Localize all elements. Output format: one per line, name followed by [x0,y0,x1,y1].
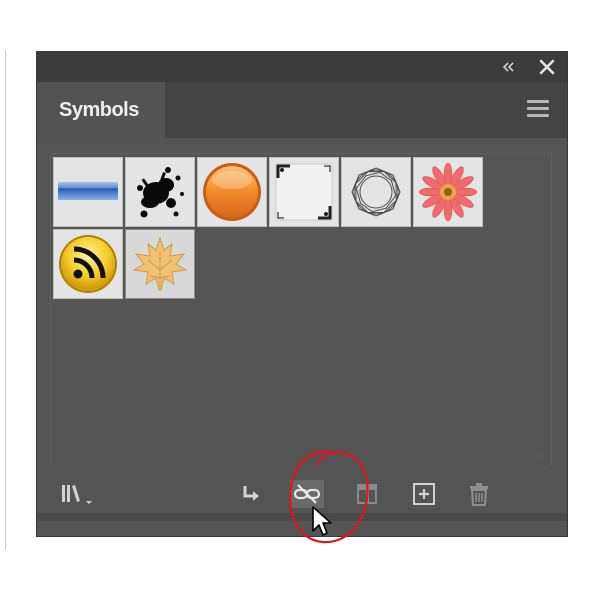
rss-feed-symbol-icon [59,235,117,293]
break-link-to-symbol-button[interactable] [290,480,324,508]
vertical-scrollbar[interactable] [531,160,547,458]
place-symbol-instance-button[interactable] [237,480,265,508]
symbol-knot-ring[interactable] [341,157,411,227]
blue-banner-symbol-icon [58,182,118,200]
symbol-blue-banner[interactable] [53,157,123,227]
panel-bottom-edge [37,513,567,521]
symbol-options-button[interactable] [353,480,381,508]
break-link-to-symbol-icon [293,484,321,504]
symbol-libraries-menu-button[interactable] [59,480,92,508]
orange-button-symbol-icon [203,163,261,221]
delete-symbol-icon [470,483,488,506]
symbol-options-icon [357,484,377,504]
page-divider [5,50,6,550]
symbol-ink-splatter[interactable] [125,157,195,227]
delete-symbol-button[interactable] [465,480,493,508]
tab-symbols[interactable]: Symbols [37,82,165,138]
new-symbol-button[interactable] [410,480,438,508]
symbol-rss-feed[interactable] [53,229,123,299]
panel-titlebar[interactable] [37,52,567,82]
place-symbol-instance-icon [243,486,259,501]
mouse-pointer-icon [312,506,332,536]
knot-ring-symbol-icon [351,167,401,217]
scroll-down-arrow-icon[interactable] [534,446,544,458]
collapse-panel-button[interactable] [500,60,518,74]
new-symbol-icon [413,483,435,505]
panel-menu-button[interactable] [527,100,549,120]
maple-leaf-symbol-icon [132,236,188,291]
ink-splatter-symbol-icon [137,167,184,218]
close-icon [539,59,555,75]
panel-footer-toolbar [37,466,567,536]
symbol-corner-frame[interactable] [269,157,339,227]
symbols-panel: Symbols [37,52,567,536]
pink-daisy-symbol-icon [418,162,478,222]
hamburger-menu-icon [527,100,549,117]
corner-frame-symbol-icon [275,163,333,221]
scroll-up-arrow-icon[interactable] [534,162,544,175]
close-panel-button[interactable] [536,56,558,78]
symbol-pink-daisy[interactable] [413,157,483,227]
double-chevron-left-icon [502,62,514,72]
panel-tab-strip: Symbols [37,82,567,138]
symbol-maple-leaf[interactable] [125,229,195,299]
symbol-libraries-menu-icon [62,485,92,504]
symbol-orange-button[interactable] [197,157,267,227]
